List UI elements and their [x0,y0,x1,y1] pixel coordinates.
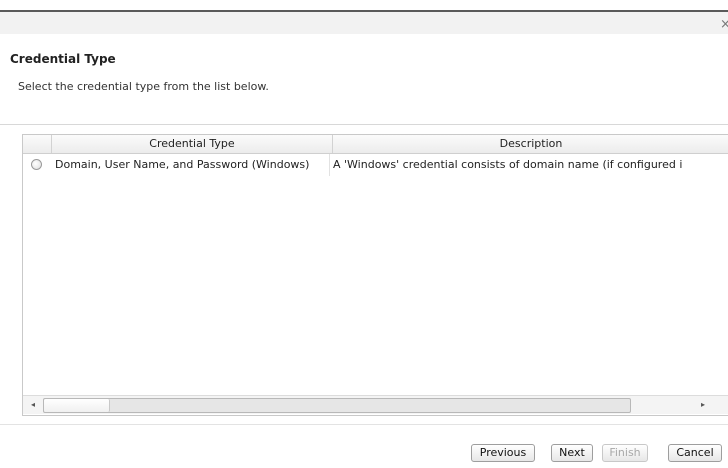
row-radio-button[interactable] [31,159,42,170]
finish-button[interactable]: Finish [602,444,648,462]
credential-type-cell: Domain, User Name, and Password (Windows… [55,158,310,171]
scroll-right-icon[interactable]: ▸ [693,396,713,414]
column-header-credential-type[interactable]: Credential Type [52,135,333,153]
dialog-header: Credential Type Select the credential ty… [0,40,728,125]
scroll-track[interactable] [43,398,631,413]
dialog-titlebar [0,12,728,34]
grid-header: Credential Type Description [23,135,728,154]
page-subtitle: Select the credential type from the list… [18,80,269,93]
close-icon[interactable]: × [720,18,728,32]
table-row[interactable]: Domain, User Name, and Password (Windows… [23,154,728,176]
horizontal-scrollbar[interactable]: ◂ ▸ [23,395,728,414]
page-title: Credential Type [10,52,116,66]
credential-type-grid: Credential Type Description Domain, User… [22,134,728,416]
next-button[interactable]: Next [551,444,593,462]
description-cell: A 'Windows' credential consists of domai… [329,154,728,176]
dialog-footer: Previous Next Finish Cancel [0,424,728,468]
column-header-description[interactable]: Description [333,135,728,153]
scroll-thumb[interactable] [44,399,110,412]
grid-header-select [23,135,52,153]
cancel-button[interactable]: Cancel [668,444,722,462]
scroll-left-icon[interactable]: ◂ [23,396,43,414]
previous-button[interactable]: Previous [471,444,535,462]
